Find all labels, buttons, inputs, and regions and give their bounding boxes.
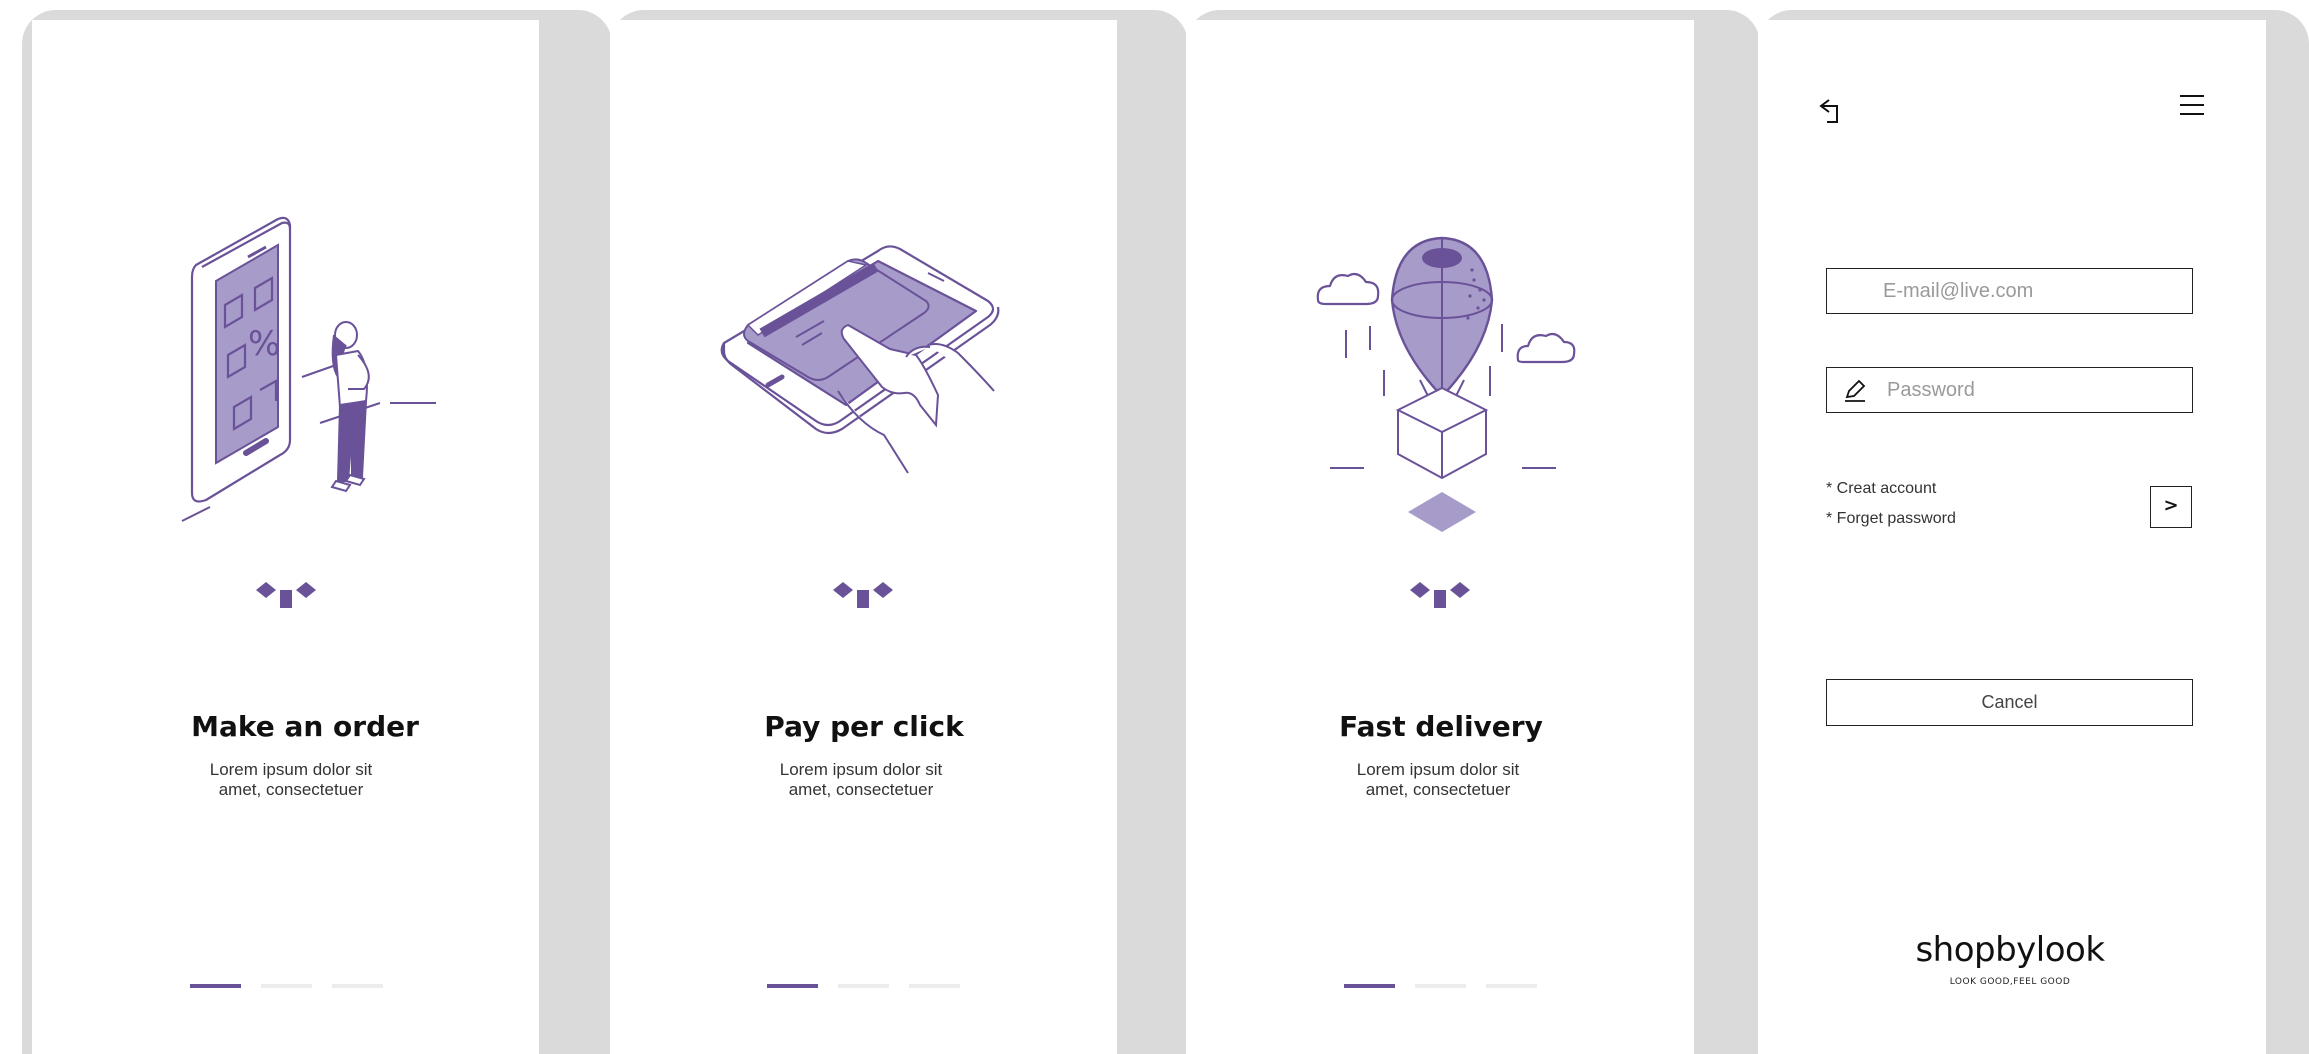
pencil-icon bbox=[1845, 379, 1866, 402]
screen-1 bbox=[32, 20, 539, 1054]
page-dot-active[interactable] bbox=[767, 984, 818, 988]
description-line: amet, consectetuer bbox=[218, 780, 364, 799]
description-line: Lorem ipsum dolor sit bbox=[779, 760, 943, 779]
screen-description: Lorem ipsum dolor sit amet, consectetuer bbox=[91, 760, 491, 800]
page-dot-active[interactable] bbox=[190, 984, 241, 988]
email-field[interactable] bbox=[1826, 268, 2193, 314]
page-dot[interactable] bbox=[1486, 984, 1537, 988]
brand-tagline: LOOK GOOD,FEEL GOOD bbox=[1949, 977, 2071, 987]
hamburger-menu-icon[interactable] bbox=[2179, 93, 2205, 117]
description-line: amet, consectetuer bbox=[788, 780, 934, 799]
screen-2 bbox=[610, 20, 1117, 1054]
back-arrow-icon[interactable] bbox=[1817, 96, 1847, 126]
password-field[interactable] bbox=[1826, 367, 2193, 413]
phone-tap-hand-illustration bbox=[720, 245, 1000, 474]
page-dot[interactable] bbox=[909, 984, 960, 988]
password-input[interactable] bbox=[1887, 368, 2177, 412]
brand-logo: shopbylook bbox=[1915, 930, 2105, 970]
page-indicator bbox=[1344, 984, 1537, 988]
create-account-link[interactable]: * Creat account bbox=[1826, 480, 1936, 498]
email-input[interactable] bbox=[1883, 269, 2183, 313]
description-line: Lorem ipsum dolor sit bbox=[1356, 760, 1520, 779]
submit-button[interactable]: > bbox=[2150, 486, 2192, 528]
brand-mark-icon bbox=[1410, 582, 1470, 608]
page-indicator bbox=[767, 984, 960, 988]
page-dot[interactable] bbox=[261, 984, 312, 988]
screen-title: Pay per click bbox=[764, 710, 964, 743]
description-line: Lorem ipsum dolor sit bbox=[209, 760, 373, 779]
phone-shopping-woman-illustration: % bbox=[181, 216, 436, 522]
screen-description: Lorem ipsum dolor sit amet, consectetuer bbox=[661, 760, 1061, 800]
description-line: amet, consectetuer bbox=[1365, 780, 1511, 799]
brand-mark-icon bbox=[256, 582, 316, 608]
screen-title: Make an order bbox=[191, 710, 419, 743]
cancel-button[interactable]: Cancel bbox=[1826, 679, 2193, 726]
forget-password-link[interactable]: * Forget password bbox=[1826, 510, 1956, 528]
brand-mark-icon bbox=[833, 582, 893, 608]
screen-title: Fast delivery bbox=[1339, 710, 1543, 743]
page-dot[interactable] bbox=[838, 984, 889, 988]
screen-4 bbox=[1758, 20, 2266, 1054]
balloon-box-delivery-illustration bbox=[1316, 236, 1576, 532]
screen-description: Lorem ipsum dolor sit amet, consectetuer bbox=[1238, 760, 1638, 800]
screen-3 bbox=[1186, 20, 1694, 1054]
page-dot-active[interactable] bbox=[1344, 984, 1395, 988]
svg-text:%: % bbox=[248, 324, 280, 364]
page-dot[interactable] bbox=[1415, 984, 1466, 988]
page-indicator bbox=[190, 984, 383, 988]
page-dot[interactable] bbox=[332, 984, 383, 988]
